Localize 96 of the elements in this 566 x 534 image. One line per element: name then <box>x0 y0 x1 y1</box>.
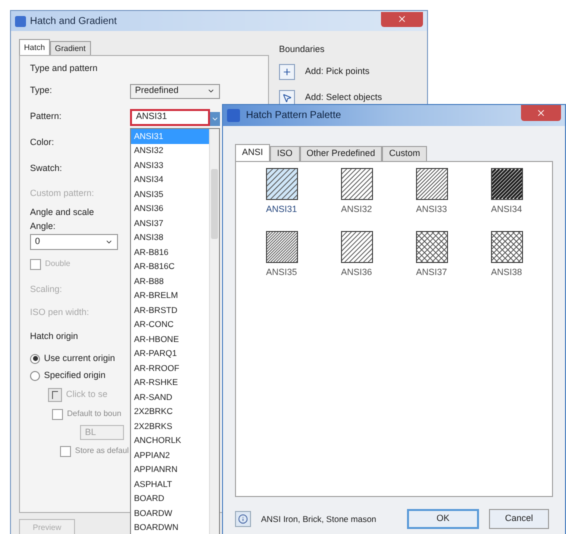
tab[interactable]: Hatch <box>19 39 50 55</box>
pattern-label[interactable]: ANSI35 <box>266 266 298 279</box>
pattern-dropdown[interactable]: ANSI31 <box>130 108 210 126</box>
list-item[interactable]: ANSI35 <box>131 187 209 202</box>
checkbox[interactable] <box>52 408 63 420</box>
section-heading: Angle and scale <box>30 206 94 220</box>
radio-label: Specified origin <box>44 368 106 382</box>
field-label: Click to se <box>66 388 108 402</box>
close-icon <box>397 14 407 24</box>
cancel-button[interactable]: Cancel <box>489 509 549 529</box>
list-item[interactable]: AR-HBONE <box>131 332 209 346</box>
window-title: Hatch Pattern Palette <box>246 109 342 123</box>
field-label: Color: <box>30 136 54 150</box>
close-icon <box>536 108 546 118</box>
tab[interactable]: Gradient <box>50 41 91 55</box>
tab[interactable]: ISO <box>270 146 300 161</box>
field-label: Type: <box>30 85 52 96</box>
radio-button[interactable] <box>30 354 40 364</box>
pattern-label[interactable]: ANSI34 <box>490 203 522 216</box>
list-item[interactable]: ASPHALT <box>131 477 209 492</box>
list-item[interactable]: AR-B88 <box>131 274 209 288</box>
description-text: ANSI Iron, Brick, Stone mason <box>261 512 378 526</box>
pattern-label[interactable]: ANSI36 <box>340 266 372 279</box>
list-item[interactable]: APPIAN2 <box>131 448 209 462</box>
list-item[interactable]: ANSI33 <box>131 158 209 172</box>
list-item[interactable]: ANCHORLK <box>131 434 209 448</box>
caret-icon <box>211 115 219 123</box>
app-icon <box>15 16 26 26</box>
hatch-pattern-icon <box>416 230 448 262</box>
close-button[interactable] <box>521 105 561 121</box>
list-item[interactable]: AR-RROOF <box>131 361 209 376</box>
list-item[interactable]: ANSI37 <box>131 216 209 230</box>
list-item[interactable]: AR-B816C <box>131 260 209 274</box>
pattern-label[interactable]: ANSI37 <box>416 266 448 279</box>
hatch-pattern-icon <box>416 168 448 200</box>
field-label: Pattern: <box>30 111 62 122</box>
pattern-label[interactable]: ANSI31 <box>266 203 298 216</box>
list-item[interactable]: ANSI32 <box>131 144 209 158</box>
ok-button[interactable]: OK <box>407 509 479 529</box>
list-item[interactable]: AR-B816 <box>131 245 209 260</box>
list-item[interactable]: APPIANRN <box>131 462 209 477</box>
close-button[interactable] <box>381 12 423 26</box>
list-item[interactable]: AR-RSHKE <box>131 376 209 390</box>
list-item[interactable]: ANSI38 <box>131 230 209 245</box>
scrollbar[interactable] <box>209 129 219 534</box>
button-label: Add: Pick points <box>305 64 370 78</box>
pattern-label[interactable]: ANSI38 <box>490 266 522 279</box>
pattern-label[interactable]: ANSI32 <box>340 203 372 216</box>
list-item[interactable]: AR-CONC <box>131 318 209 332</box>
origin-icon[interactable] <box>48 388 62 402</box>
field-label: Custom pattern: <box>30 187 94 200</box>
hatch-pattern-icon <box>490 230 522 262</box>
field-label: Swatch: <box>30 162 62 176</box>
list-item[interactable]: AR-PARQ1 <box>131 346 209 361</box>
list-item[interactable]: BOARDWN <box>131 520 209 534</box>
checkbox-label: Store as defaul <box>75 445 129 457</box>
hatch-pattern-icon <box>266 230 298 262</box>
window-title: Hatch and Gradient <box>30 14 117 28</box>
hatch-pattern-icon <box>340 168 372 200</box>
section-heading: Boundaries <box>279 43 326 56</box>
caret-icon <box>207 87 215 95</box>
tab[interactable]: Other Predefined <box>300 146 382 161</box>
list-item[interactable]: ANSI36 <box>131 202 209 216</box>
hatch-pattern-icon <box>266 168 298 200</box>
tab[interactable]: ANSI <box>235 144 270 161</box>
radio-label: Use current origin <box>44 352 116 365</box>
list-item[interactable]: AR-BRSTD <box>131 303 209 318</box>
list-item[interactable]: BOARDW <box>131 506 209 520</box>
angle-dropdown[interactable]: 0 <box>30 234 118 250</box>
select-objects-icon[interactable] <box>279 90 295 106</box>
app-icon <box>227 109 240 122</box>
checkbox-label: Default to boun <box>67 408 122 420</box>
hatch-pattern-icon <box>490 168 522 200</box>
section-heading: Hatch origin <box>30 330 78 344</box>
pattern-label[interactable]: ANSI33 <box>416 203 448 216</box>
type-dropdown[interactable]: Predefined <box>130 84 220 98</box>
field-label: Scaling: <box>30 283 62 296</box>
caret-icon <box>105 238 113 246</box>
list-item[interactable]: BOARD <box>131 492 209 506</box>
field-label: Angle: <box>30 220 56 234</box>
checkbox-label: Double <box>45 258 70 270</box>
list-item[interactable]: AR-SAND <box>131 390 209 404</box>
hatch-pattern-icon <box>340 230 372 262</box>
field-label: ISO pen width: <box>30 306 90 320</box>
radio-button[interactable] <box>30 370 40 380</box>
list-item[interactable]: ANSI34 <box>131 172 209 187</box>
info-icon <box>235 511 251 527</box>
pick-points-icon[interactable] <box>279 64 295 80</box>
section-heading: Type and pattern <box>30 63 98 73</box>
button-label: Add: Select objects <box>305 90 382 104</box>
list-item[interactable]: 2X2BRKC <box>131 404 209 419</box>
dropdown-arrow-button[interactable] <box>210 112 220 126</box>
list-item[interactable]: 2X2BRKS <box>131 419 209 434</box>
tab[interactable]: Custom <box>382 146 428 161</box>
checkbox[interactable] <box>60 446 71 456</box>
list-item[interactable]: AR-BRELM <box>131 288 209 303</box>
